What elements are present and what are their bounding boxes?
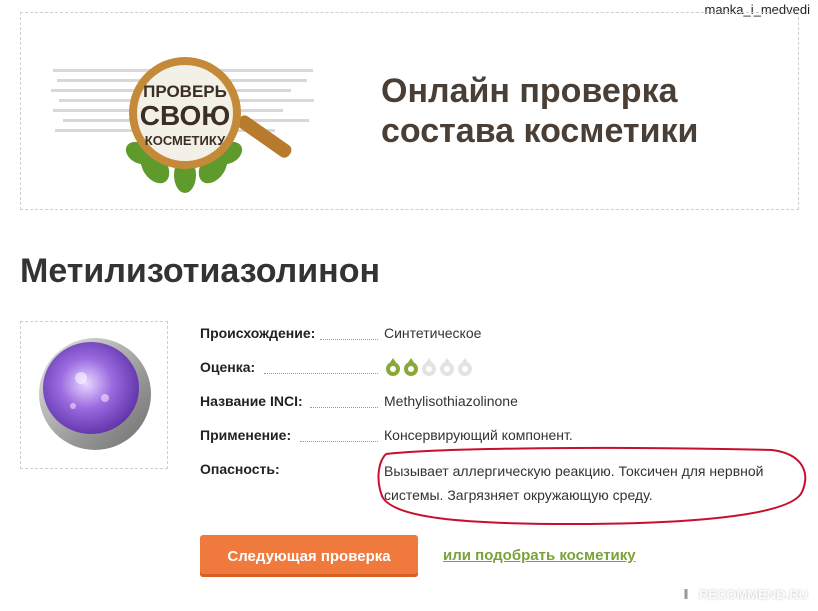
prop-usage-value: Консервирующий компонент. bbox=[384, 427, 573, 443]
rating-drop-empty-5 bbox=[458, 358, 472, 376]
svg-text:ПРОВЕРЬ: ПРОВЕРЬ bbox=[143, 82, 227, 101]
dotted-leader bbox=[264, 373, 378, 374]
recommend-logo-icon bbox=[677, 586, 694, 602]
prop-origin-label: Происхождение: bbox=[200, 325, 320, 341]
banner-title-line2: состава косметики bbox=[381, 112, 699, 150]
red-annotation-ellipse bbox=[377, 446, 807, 526]
rating-drop-filled-1 bbox=[386, 358, 400, 376]
rating-drop-empty-3 bbox=[422, 358, 436, 376]
site-watermark-text: RECOMMEND.RU bbox=[698, 586, 808, 602]
ingredient-photo bbox=[20, 321, 168, 469]
prop-danger-label: Опасность: bbox=[200, 461, 284, 477]
prop-origin-value-wrap: Синтетическое bbox=[384, 325, 481, 345]
rating-drop-filled-2 bbox=[404, 358, 418, 376]
rating-icons bbox=[384, 356, 476, 378]
svg-text:КОСМЕТИКУ: КОСМЕТИКУ bbox=[145, 133, 226, 148]
prop-rating-label: Оценка: bbox=[200, 359, 260, 375]
chemical-dish-icon bbox=[39, 338, 151, 450]
svg-text:СВОЮ: СВОЮ bbox=[140, 100, 230, 131]
prop-inci-value: Methylisothiazolinone bbox=[384, 393, 518, 409]
prop-origin: Происхождение: bbox=[200, 325, 380, 345]
prop-danger: Опасность: bbox=[200, 461, 380, 481]
magnifier-logo-icon: ПРОВЕРЬ СВОЮ КОСМЕТИКУ bbox=[51, 57, 314, 193]
site-watermark: RECOMMEND.RU bbox=[677, 585, 808, 603]
pick-cosmetics-link[interactable]: или подобрать косметику bbox=[443, 547, 636, 564]
dotted-leader bbox=[320, 339, 378, 340]
rating-drop-empty-4 bbox=[440, 358, 454, 376]
rating-drops-icon bbox=[386, 358, 472, 376]
banner-title-line1: Онлайн проверка bbox=[381, 72, 678, 110]
prop-usage-label: Применение: bbox=[200, 427, 296, 443]
prop-origin-value: Синтетическое bbox=[384, 325, 482, 341]
check-cosmetics-logo[interactable]: ПРОВЕРЬ СВОЮ КОСМЕТИКУ bbox=[43, 35, 333, 195]
dotted-leader bbox=[310, 407, 378, 408]
prop-usage: Применение: bbox=[200, 427, 380, 447]
prop-inci: Название INCI: bbox=[200, 393, 380, 413]
dotted-leader bbox=[300, 441, 378, 442]
ingredient-title: Метилизотиазолинон bbox=[20, 252, 381, 290]
next-check-button[interactable]: Следующая проверка bbox=[200, 535, 418, 577]
banner-title: Онлайн проверка состава косметики bbox=[381, 71, 698, 151]
prop-inci-label: Название INCI: bbox=[200, 393, 307, 409]
prop-inci-value-wrap: Methylisothiazolinone bbox=[384, 393, 518, 413]
prop-rating: Оценка: bbox=[200, 359, 380, 379]
header-banner: ПРОВЕРЬ СВОЮ КОСМЕТИКУ Онлайн проверка с… bbox=[20, 12, 799, 210]
